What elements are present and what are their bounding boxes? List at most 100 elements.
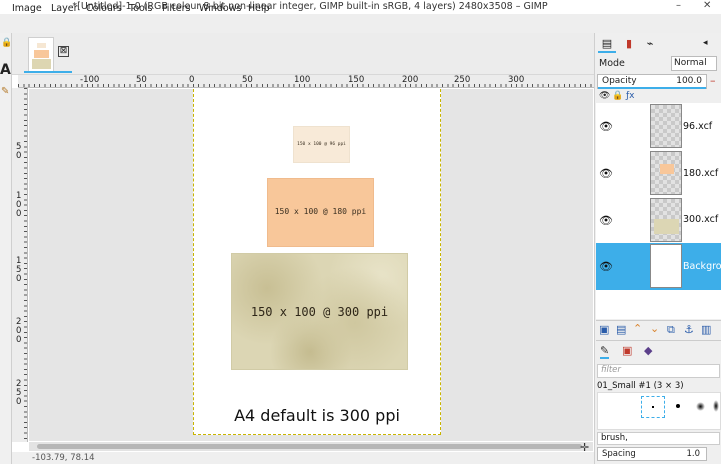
status-bar: -103.79, 78.14 <box>12 452 594 464</box>
hruler-label: 50 <box>136 75 147 85</box>
opacity-label: Opacity <box>602 76 637 86</box>
anchor-layer-icon[interactable]: ⚓ <box>684 323 694 336</box>
lock-tool-icon[interactable]: 🔒 <box>1 38 12 48</box>
brush-item[interactable] <box>676 404 680 408</box>
opacity-bar <box>598 87 706 89</box>
vruler-label: 5 0 <box>16 142 22 161</box>
hruler-label: 100 <box>294 75 311 85</box>
image-300-ppi[interactable]: 150 x 100 @ 300 ppi <box>231 253 408 370</box>
hruler-label: -100 <box>80 75 100 85</box>
brush-filter-input[interactable]: filter <box>597 364 720 378</box>
mode-label: Mode <box>599 58 625 69</box>
brush-grid[interactable] <box>597 392 721 430</box>
layer-thumb-content <box>654 219 679 234</box>
layer-visibility-icon[interactable]: 👁 <box>599 260 613 273</box>
thumb-mid-rect <box>34 50 49 58</box>
layer-thumb-content <box>660 164 674 174</box>
hruler-label: 250 <box>454 75 471 85</box>
mask-layer-icon[interactable]: ▥ <box>701 323 711 336</box>
layer-visibility-icon[interactable]: 👁 <box>599 167 613 180</box>
image-96-ppi[interactable]: 150 x 100 @ 96 ppi <box>293 126 350 163</box>
close-image-tab-icon[interactable]: ⊠ <box>58 46 69 57</box>
pointer-coordinates: -103.79, 78.14 <box>32 453 95 463</box>
lock-pixels-icon[interactable]: 🔒 <box>612 91 623 101</box>
mode-row: Mode Normal <box>597 56 718 71</box>
layer-name: 96.xcf <box>683 121 713 132</box>
brushes-tabs: ✎ ▣ ◆ <box>596 340 721 360</box>
layer-name: 180.xcf <box>683 168 719 179</box>
layer-visibility-icon[interactable]: 👁 <box>599 120 613 133</box>
menu-bar <box>0 14 721 33</box>
image-180-ppi[interactable]: 150 x 100 @ 180 ppi <box>267 178 374 247</box>
image-96-label: 150 x 100 @ 96 ppi <box>297 142 346 147</box>
close-button[interactable]: ✕ <box>703 0 711 11</box>
brush-item-selected[interactable] <box>641 396 665 418</box>
spacing-field[interactable]: Spacing 1.0 <box>597 447 707 461</box>
hruler-label: 200 <box>402 75 419 85</box>
hruler-label: 300 <box>508 75 525 85</box>
spacing-label: Spacing <box>602 449 636 459</box>
panel-menu-icon[interactable]: ◂ <box>703 38 708 48</box>
layers-tab-icon[interactable]: ▤ <box>598 35 616 53</box>
mode-value: Normal <box>674 58 707 68</box>
mode-dropdown[interactable]: Normal <box>671 56 717 71</box>
menu-image[interactable]: Image <box>12 3 42 14</box>
horizontal-scrollbar-thumb[interactable] <box>37 444 582 449</box>
hruler-label: 150 <box>348 75 365 85</box>
opacity-value: 100.0 <box>676 76 702 86</box>
toolbox <box>0 33 12 464</box>
brushes-tab-icon[interactable]: ✎ <box>600 344 610 359</box>
brush-item[interactable] <box>713 400 719 412</box>
layer-thumbnail <box>650 198 682 242</box>
channels-tab-icon[interactable]: ▮ <box>620 35 638 53</box>
vruler-label: 2 0 0 <box>16 317 22 345</box>
text-tool-icon[interactable]: A <box>0 62 11 78</box>
image-300-label: 150 x 100 @ 300 ppi <box>250 305 389 319</box>
new-layer-icon[interactable]: ▣ <box>599 323 609 336</box>
raise-layer-icon[interactable]: ⌃ <box>633 322 642 335</box>
minimize-button[interactable]: – <box>676 0 681 11</box>
paintbrush-tool-icon[interactable]: ✎ <box>1 86 9 97</box>
layer-buttons: ▣ ▤ ⌃ ⌄ ⧉ ⚓ ▥ <box>596 320 721 338</box>
layer-thumbnail <box>650 104 682 148</box>
menu-tools[interactable]: Tools <box>129 3 152 14</box>
brush-name: 01_Small #1 (3 × 3) <box>597 381 684 391</box>
thumb-large-rect <box>32 59 51 69</box>
vruler-label: 1 0 0 <box>16 191 22 219</box>
menu-filters[interactable]: Filters <box>162 3 190 14</box>
lock-row: 👁 🔒 ƒx <box>597 91 721 103</box>
eye-lock-icon[interactable]: 👁 <box>599 91 610 101</box>
brush-item[interactable] <box>696 402 705 411</box>
vruler-ticks <box>24 88 27 442</box>
patterns-tab-icon[interactable]: ▣ <box>622 344 632 357</box>
paths-tab-icon[interactable]: ⌁ <box>641 35 659 53</box>
layer-thumbnail <box>650 151 682 195</box>
image-tab-thumbnail[interactable] <box>28 37 54 72</box>
layer-name: 300.xcf <box>683 214 719 225</box>
menu-layer[interactable]: Layer <box>51 3 78 14</box>
horizontal-ruler: -100 50 0 50 100 150 200 250 300 <box>18 75 594 88</box>
brush-dot <box>652 406 654 408</box>
menu-help[interactable]: Help <box>248 3 270 14</box>
brush-tag-input[interactable]: brush, <box>597 432 720 445</box>
new-group-icon[interactable]: ▤ <box>616 323 626 336</box>
thumb-small-rect <box>37 43 46 48</box>
vruler-label: 2 5 0 <box>16 379 22 407</box>
canvas-note-text: A4 default is 300 ppi <box>234 406 400 425</box>
layer-thumbnail <box>650 244 682 288</box>
alpha-lock-icon[interactable]: ƒx <box>626 91 635 101</box>
menu-colours[interactable]: Colours <box>86 3 122 14</box>
layer-name: Background <box>683 261 721 272</box>
vertical-ruler: 5 0 1 0 0 1 5 0 2 0 0 2 5 0 <box>12 88 28 442</box>
layer-visibility-icon[interactable]: 👁 <box>599 214 613 227</box>
hruler-label: 50 <box>242 75 253 85</box>
lower-layer-icon[interactable]: ⌄ <box>650 322 659 335</box>
image-180-label: 150 x 100 @ 180 ppi <box>274 207 367 216</box>
gradients-tab-icon[interactable]: ◆ <box>644 344 652 357</box>
hruler-label: 0 <box>189 75 195 85</box>
image-tabs <box>12 33 594 75</box>
menu-windows[interactable]: Windows <box>199 3 241 14</box>
duplicate-layer-icon[interactable]: ⧉ <box>667 323 675 337</box>
vruler-label: 1 5 0 <box>16 256 22 284</box>
opacity-reset-icon[interactable]: – <box>710 74 716 87</box>
